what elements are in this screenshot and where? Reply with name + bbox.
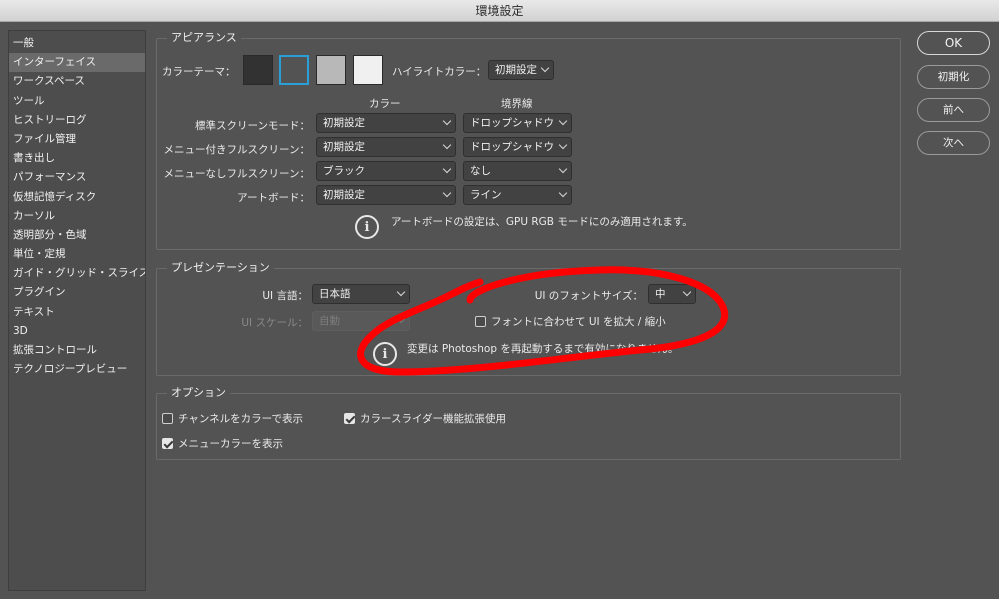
ui-scale-value: 自動 [319, 315, 340, 327]
chevron-down-icon [558, 164, 568, 174]
column-header-border: 境界線 [501, 98, 533, 110]
show-menu-colors-label: メニューカラーを表示 [178, 438, 283, 450]
full-screen-border-value: なし [470, 165, 491, 177]
full-screen-menus-label: メニュー付きフルスクリーン： [163, 144, 310, 156]
sidebar-item-general[interactable]: 一般 [9, 34, 145, 53]
color-slider-extension-label: カラースライダー機能拡張使用 [360, 413, 507, 425]
sidebar-item-type[interactable]: テキスト [9, 303, 145, 322]
chevron-down-icon [396, 314, 406, 324]
reset-button[interactable]: 初期化 [917, 65, 990, 89]
scale-ui-to-font-checkbox[interactable] [475, 316, 486, 327]
artboards-color-select[interactable]: 初期設定 [316, 185, 456, 205]
next-button[interactable]: 次へ [917, 131, 990, 155]
theme-swatch-light[interactable] [353, 55, 383, 85]
theme-swatch-darkest[interactable] [243, 55, 273, 85]
highlight-color-label: ハイライトカラー： [392, 66, 487, 78]
chevron-down-icon [442, 188, 452, 198]
ui-font-size-select[interactable]: 中 [648, 284, 696, 304]
presentation-section-title: プレゼンテーション [167, 261, 274, 275]
theme-swatch-dark-selected[interactable] [279, 55, 309, 85]
chevron-down-icon [558, 140, 568, 150]
channels-in-color-checkbox[interactable] [162, 413, 173, 424]
artboard-note: アートボードの設定は、GPU RGB モードにのみ適用されます。 [391, 216, 693, 228]
info-icon: i [373, 342, 397, 366]
prev-button[interactable]: 前へ [917, 98, 990, 122]
sidebar-item-tools[interactable]: ツール [9, 92, 145, 111]
chevron-down-icon [558, 116, 568, 126]
ui-scale-select[interactable]: 自動 [312, 311, 410, 331]
chevron-down-icon [396, 287, 406, 297]
chevron-down-icon [442, 140, 452, 150]
artboards-border-select[interactable]: ライン [463, 185, 572, 205]
ui-language-label: UI 言語： [262, 290, 308, 302]
full-screen-border-select[interactable]: なし [463, 161, 572, 181]
artboards-label: アートボード： [237, 192, 310, 204]
ui-language-select[interactable]: 日本語 [312, 284, 410, 304]
color-theme-label: カラーテーマ： [162, 66, 236, 78]
sidebar-item-interface[interactable]: インターフェイス [9, 53, 145, 73]
artboards-border-value: ライン [470, 189, 502, 201]
sidebar-item-workspace[interactable]: ワークスペース [9, 72, 145, 91]
ui-font-size-label: UI のフォントサイズ： [534, 290, 643, 302]
standard-screen-color-select[interactable]: 初期設定 [316, 113, 456, 133]
window-title: 環境設定 [475, 4, 524, 18]
standard-screen-color-value: 初期設定 [323, 117, 365, 129]
restart-note: 変更は Photoshop を再起動するまで有効になりません。 [407, 343, 679, 355]
chevron-down-icon [540, 63, 550, 73]
sidebar-item-units-rulers[interactable]: 単位・定規 [9, 245, 145, 264]
sidebar-item-cursors[interactable]: カーソル [9, 207, 145, 226]
full-screen-menus-border-select[interactable]: ドロップシャドウ [463, 137, 572, 157]
column-header-color: カラー [369, 98, 401, 110]
sidebar-item-3d[interactable]: 3D [9, 322, 145, 341]
theme-swatch-medium[interactable] [316, 55, 346, 85]
channels-in-color-label: チャンネルをカラーで表示 [178, 413, 304, 425]
appearance-section-title: アピアランス [167, 31, 241, 45]
chevron-down-icon [442, 164, 452, 174]
standard-screen-border-value: ドロップシャドウ [470, 117, 554, 129]
sidebar-item-technology-previews[interactable]: テクノロジープレビュー [9, 360, 145, 379]
ui-language-value: 日本語 [319, 288, 351, 300]
highlight-color-value: 初期設定 [495, 64, 537, 76]
sidebar-item-file-handling[interactable]: ファイル管理 [9, 130, 145, 149]
sidebar-item-export[interactable]: 書き出し [9, 149, 145, 168]
sidebar-item-scratch-disks[interactable]: 仮想記憶ディスク [9, 188, 145, 207]
artboards-color-value: 初期設定 [323, 189, 365, 201]
scale-ui-to-font-label: フォントに合わせて UI を拡大 / 縮小 [491, 316, 666, 328]
info-icon: i [355, 215, 379, 239]
sidebar-item-history-log[interactable]: ヒストリーログ [9, 111, 145, 130]
full-screen-menus-color-select[interactable]: 初期設定 [316, 137, 456, 157]
ui-scale-label: UI スケール： [241, 317, 308, 329]
sidebar-item-performance[interactable]: パフォーマンス [9, 168, 145, 187]
preferences-sidebar: 一般 インターフェイス ワークスペース ツール ヒストリーログ ファイル管理 書… [8, 30, 146, 591]
ui-font-size-value: 中 [655, 288, 666, 300]
full-screen-label: メニューなしフルスクリーン： [163, 168, 310, 180]
sidebar-item-guides-grid-slices[interactable]: ガイド・グリッド・スライス [9, 264, 145, 283]
sidebar-item-plugins[interactable]: プラグイン [9, 283, 145, 302]
chevron-down-icon [442, 116, 452, 126]
standard-screen-border-select[interactable]: ドロップシャドウ [463, 113, 572, 133]
window-titlebar: 環境設定 [0, 0, 999, 22]
chevron-down-icon [682, 287, 692, 297]
options-section-title: オプション [167, 386, 230, 400]
chevron-down-icon [558, 188, 568, 198]
full-screen-color-select[interactable]: ブラック [316, 161, 456, 181]
show-menu-colors-checkbox[interactable] [162, 438, 173, 449]
full-screen-menus-border-value: ドロップシャドウ [470, 141, 554, 153]
highlight-color-select[interactable]: 初期設定 [488, 60, 554, 80]
color-slider-extension-checkbox[interactable] [344, 413, 355, 424]
full-screen-menus-color-value: 初期設定 [323, 141, 365, 153]
standard-screen-mode-label: 標準スクリーンモード： [195, 120, 310, 132]
ok-button[interactable]: OK [917, 31, 990, 55]
sidebar-item-transparency-gamut[interactable]: 透明部分・色域 [9, 226, 145, 245]
sidebar-item-enhanced-controls[interactable]: 拡張コントロール [9, 341, 145, 360]
full-screen-color-value: ブラック [323, 165, 365, 177]
